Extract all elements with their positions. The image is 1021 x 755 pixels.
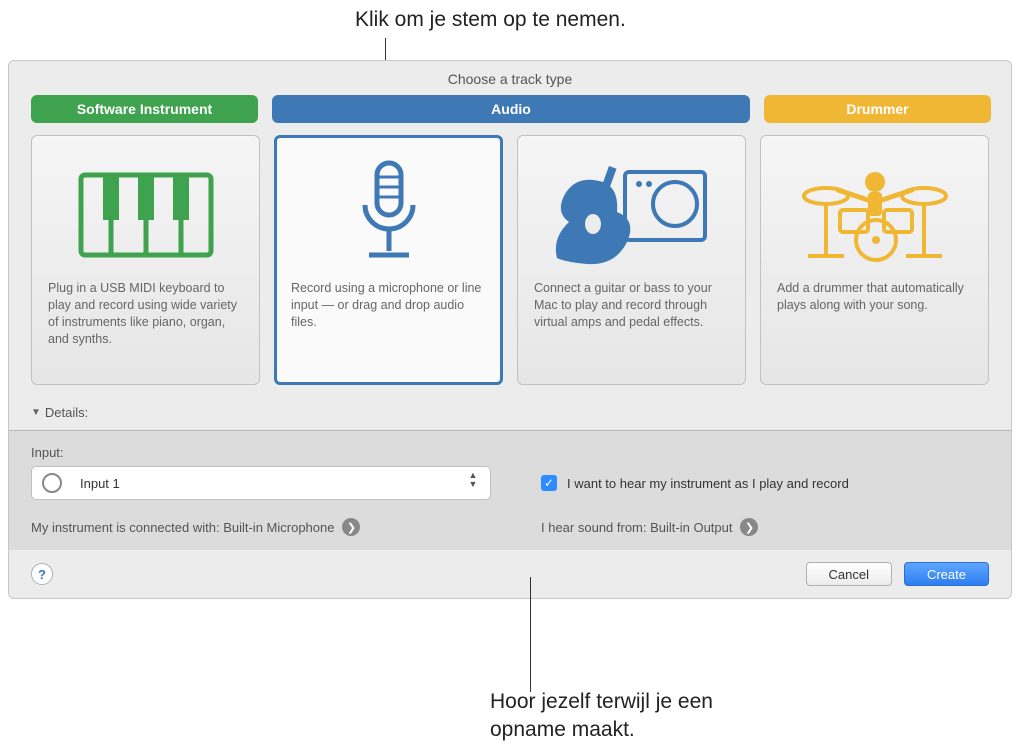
instrument-connection-text: My instrument is connected with: Built-i… (31, 520, 334, 535)
monitor-checkbox[interactable]: ✓ (541, 475, 557, 491)
callout-bottom-line1: Hoor jezelf terwijl je een (490, 690, 713, 713)
create-button[interactable]: Create (904, 562, 989, 586)
card-software-desc: Plug in a USB MIDI keyboard to play and … (48, 280, 243, 348)
callout-bottom: Hoor jezelf terwijl je een opname maakt. (490, 688, 713, 745)
input-mono-icon (42, 473, 62, 493)
input-label: Input: (31, 445, 989, 460)
monitor-label: I want to hear my instrument as I play a… (567, 476, 849, 491)
drummer-icon (777, 150, 972, 280)
input-selected-value: Input 1 (80, 476, 120, 491)
bottom-bar: ? Cancel Create (9, 550, 1011, 598)
card-software-instrument[interactable]: Plug in a USB MIDI keyboard to play and … (31, 135, 260, 385)
callout-top: Klik om je stem op te nemen. (355, 8, 626, 32)
tab-audio[interactable]: Audio (272, 95, 750, 123)
track-cards: Plug in a USB MIDI keyboard to play and … (9, 135, 1011, 399)
card-drummer[interactable]: Add a drummer that automatically plays a… (760, 135, 989, 385)
microphone-icon (291, 150, 486, 280)
tab-drummer[interactable]: Drummer (764, 95, 991, 123)
disclosure-triangle-icon: ▼ (31, 407, 41, 418)
details-disclosure[interactable]: ▼ Details: (9, 399, 1011, 430)
output-text: I hear sound from: Built-in Output (541, 520, 732, 535)
track-type-panel: Choose a track type Software Instrument … (8, 60, 1012, 599)
details-pane: Input: Input 1 ▲▼ ✓ I want to hear my in… (9, 430, 1011, 550)
select-caret-icon: ▲▼ (464, 471, 482, 489)
card-audio-guitar[interactable]: Connect a guitar or bass to your Mac to … (517, 135, 746, 385)
input-select[interactable]: Input 1 ▲▼ (31, 466, 491, 500)
track-tabs: Software Instrument Audio Drummer (9, 95, 1011, 135)
card-audio-guitar-desc: Connect a guitar or bass to your Mac to … (534, 280, 729, 331)
details-label: Details: (45, 405, 88, 420)
guitar-amp-icon (534, 150, 729, 280)
panel-title: Choose a track type (9, 61, 1011, 95)
card-audio-mic[interactable]: Record using a microphone or line input … (274, 135, 503, 385)
callout-line-bottom (530, 577, 531, 692)
tab-software-instrument[interactable]: Software Instrument (31, 95, 258, 123)
card-drummer-desc: Add a drummer that automatically plays a… (777, 280, 972, 314)
instrument-connection-arrow-icon[interactable]: ❯ (342, 518, 360, 536)
help-button[interactable]: ? (31, 563, 53, 585)
callout-bottom-line2: opname maakt. (490, 718, 635, 741)
keyboard-icon (48, 150, 243, 280)
cancel-button[interactable]: Cancel (806, 562, 892, 586)
output-arrow-icon[interactable]: ❯ (740, 518, 758, 536)
monitor-input-row: ✓ I want to hear my instrument as I play… (541, 475, 849, 491)
card-audio-mic-desc: Record using a microphone or line input … (291, 280, 486, 331)
